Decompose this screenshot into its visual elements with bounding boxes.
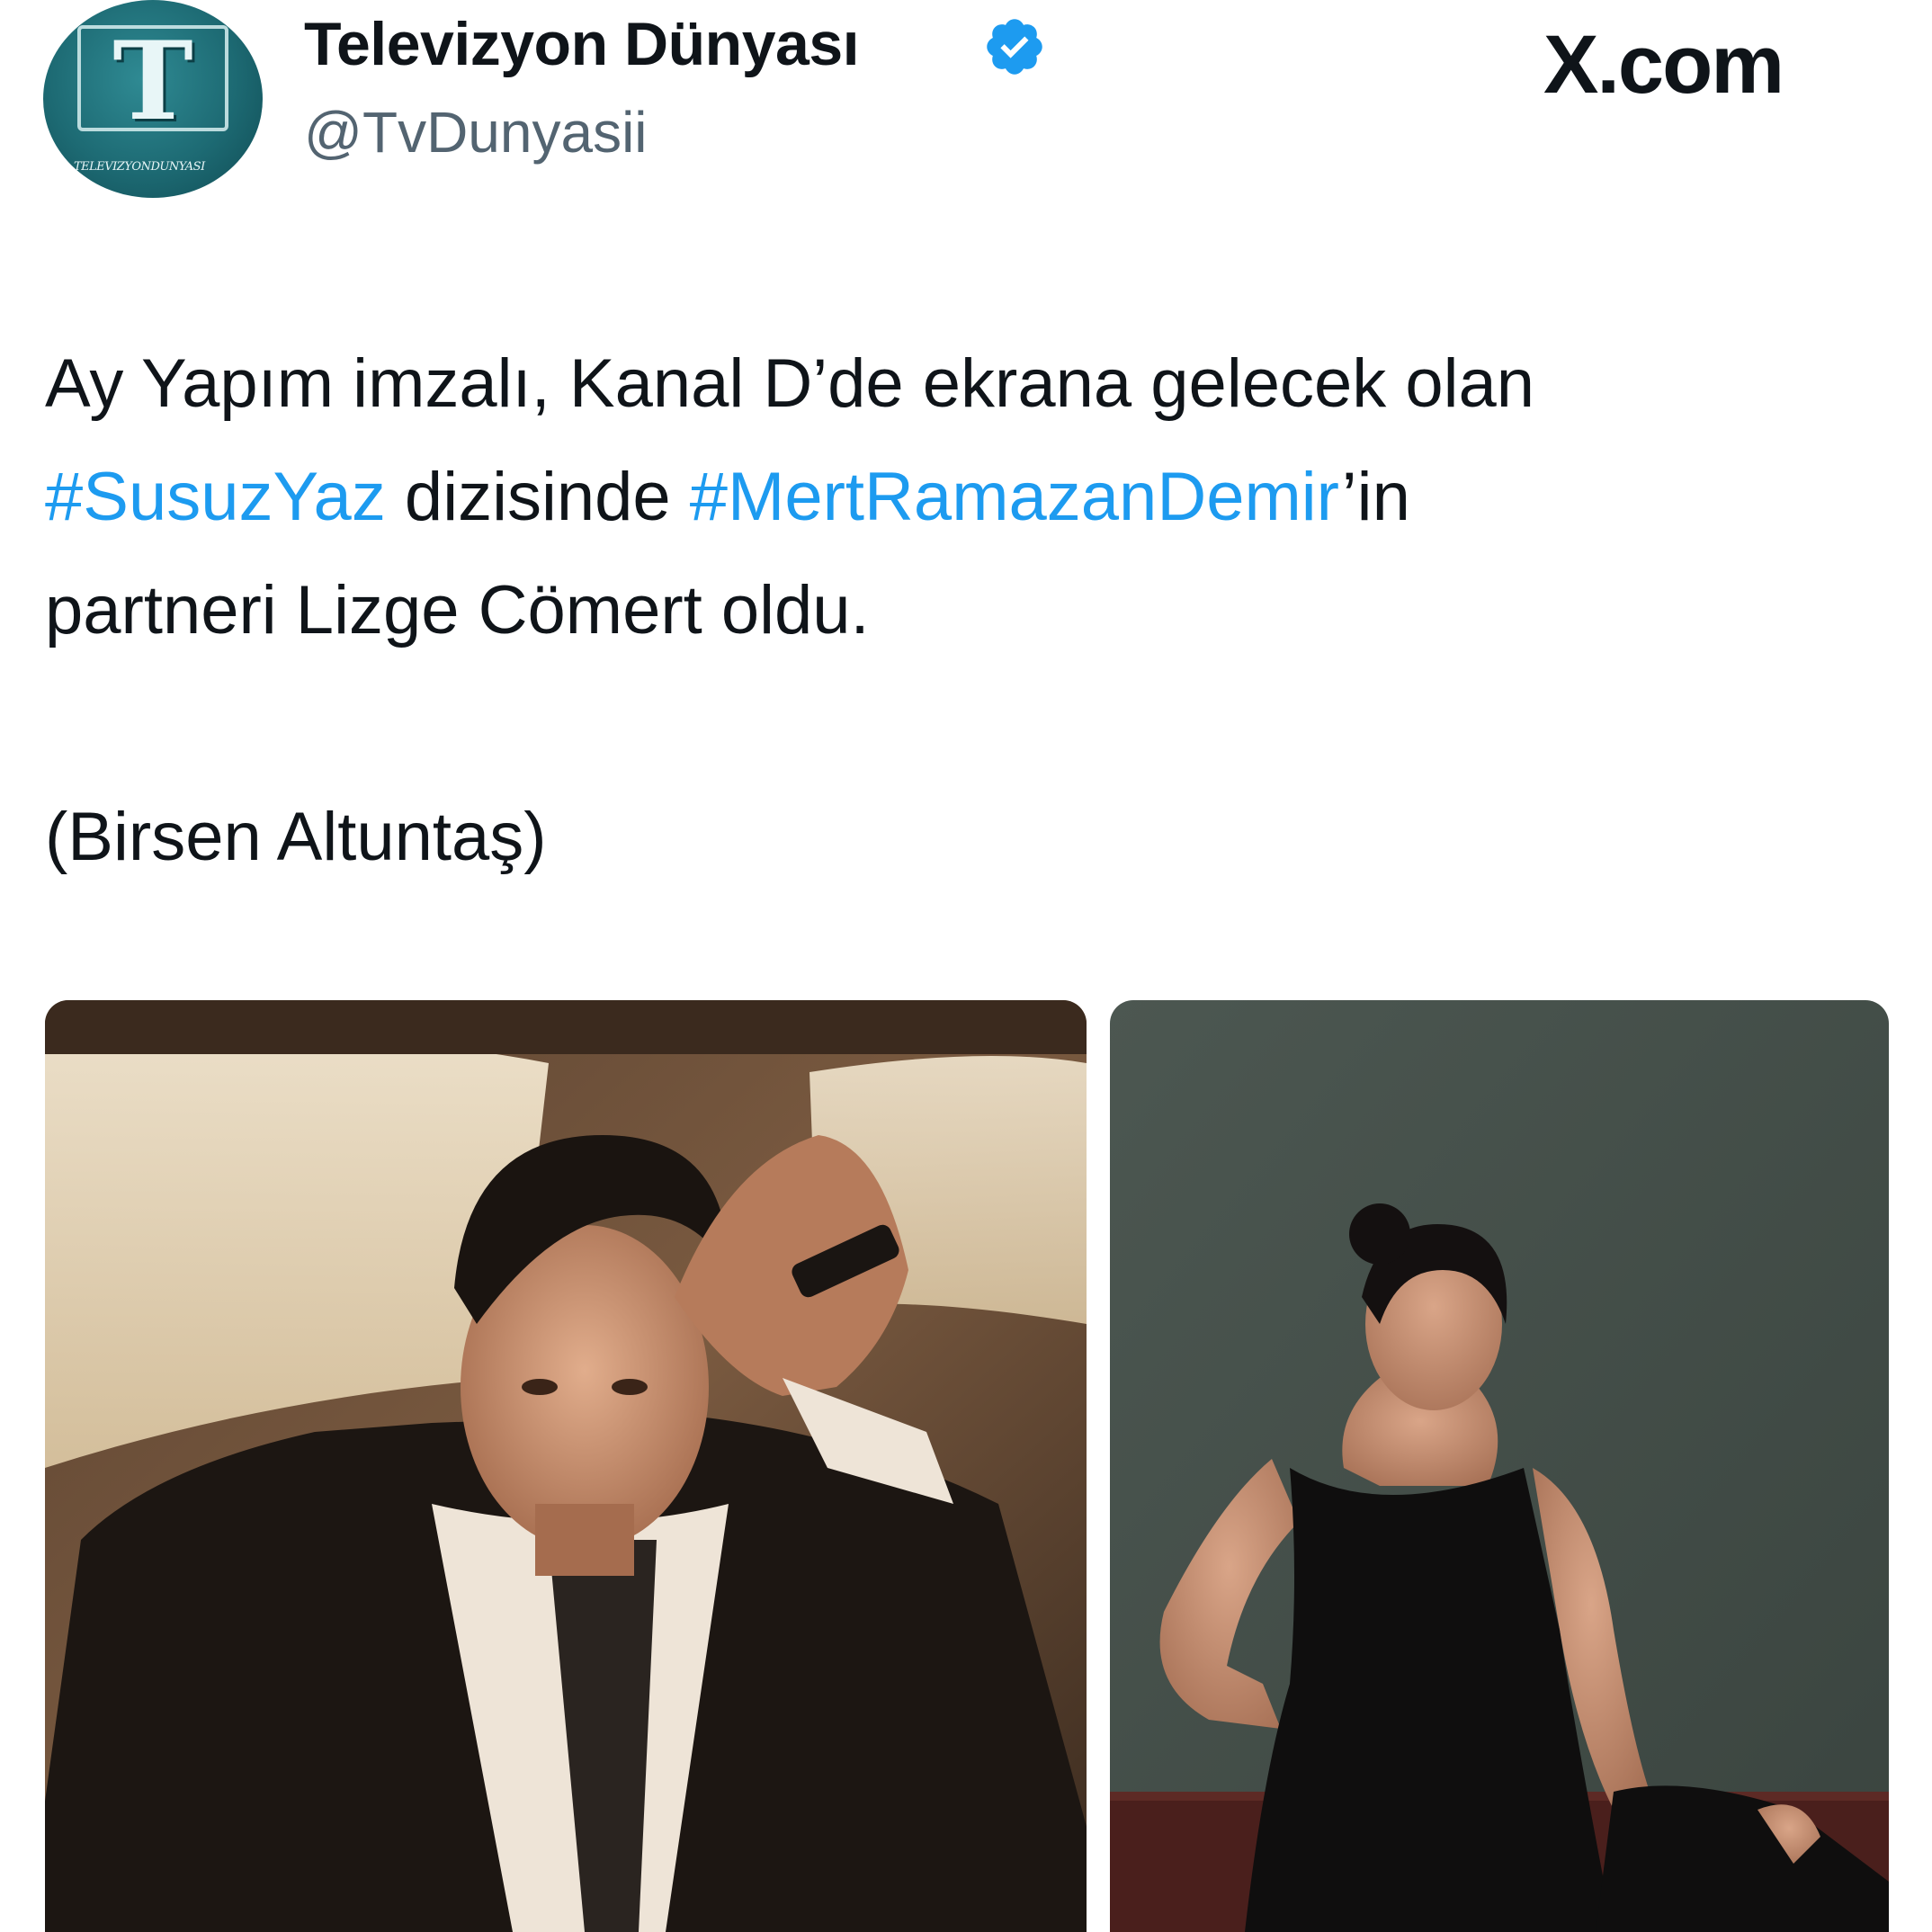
- hashtag-link[interactable]: #MertRamazanDemir: [690, 459, 1342, 535]
- tweet-text-line: partneri Lizge Cömert oldu.: [45, 554, 1898, 667]
- hashtag-link[interactable]: #SusuzYaz: [45, 459, 386, 535]
- tweet-text-segment: dizisinde: [385, 459, 690, 535]
- tweet-text-line: #SusuzYaz dizisinde #MertRamazanDemir’in: [45, 441, 1898, 554]
- tweet-text-line: Ay Yapım imzalı, Kanal D’de ekrana gelec…: [45, 327, 1898, 441]
- brand-watermark: X.com: [1543, 19, 1784, 111]
- profile-avatar[interactable]: T TELEVIZYONDUNYASI: [43, 0, 263, 198]
- media-photo-right[interactable]: [1110, 1000, 1889, 1932]
- tweet-text-segment: Ay Yapım imzalı, Kanal D’de ekrana gelec…: [45, 345, 1535, 422]
- tweet-text-segment: ’in: [1341, 459, 1410, 535]
- avatar-caption: TELEVIZYONDUNYASI: [74, 160, 205, 174]
- t-logo-glyph: T: [112, 18, 193, 145]
- display-name[interactable]: Televizyon Dünyası: [304, 9, 860, 79]
- tweet-screenshot: T TELEVIZYONDUNYASI Televizyon Dünyası @…: [0, 0, 1932, 1932]
- tweet-text-segment: partneri Lizge Cömert oldu.: [45, 572, 870, 648]
- media-photo-left[interactable]: [45, 1000, 1087, 1932]
- tweet-credit: (Birsen Altuntaş): [45, 799, 547, 875]
- tweet-text: Ay Yapım imzalı, Kanal D’de ekrana gelec…: [45, 327, 1898, 667]
- man-in-car-photo: [45, 1000, 1087, 1932]
- woman-black-dress-photo: [1110, 1000, 1889, 1932]
- user-handle[interactable]: @TvDunyasii: [304, 99, 648, 165]
- verified-badge-icon: [987, 19, 1042, 75]
